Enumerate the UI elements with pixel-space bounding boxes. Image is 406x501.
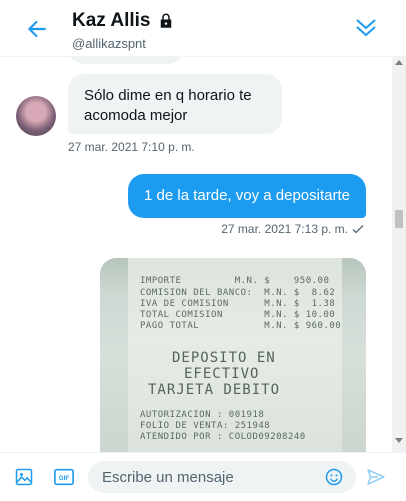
send-icon[interactable] <box>366 467 386 487</box>
avatar[interactable] <box>16 96 56 136</box>
scrollbar[interactable] <box>392 56 406 452</box>
lock-icon <box>160 13 171 28</box>
message-text: Sólo dime en q horario te acomoda mejor <box>84 87 252 124</box>
receipt-line: IMPORTE M.N. $ 950.00 <box>140 276 330 286</box>
receipt-heading: EFECTIVO <box>184 366 260 382</box>
message-input-placeholder: Escribe un mensaje <box>102 469 234 486</box>
receipt-footer-line: ATENDIDO POR : COLOD09208240 <box>140 432 306 442</box>
image-icon[interactable] <box>14 467 34 487</box>
message-timestamp: 27 mar. 2021 7:13 p. m. <box>221 222 348 236</box>
outgoing-message-bubble[interactable]: 1 de la tarde, voy a depositarte <box>128 174 366 218</box>
receipt-heading: TARJETA DEBITO <box>148 382 281 398</box>
message-input[interactable]: Escribe un mensaje <box>88 461 356 493</box>
receipt-photo[interactable]: IMPORTE M.N. $ 950.00 COMISION DEL BANCO… <box>100 258 366 452</box>
receipt-heading: DEPOSITO EN <box>172 350 276 366</box>
message-timestamp: 27 mar. 2021 7:10 p. m. <box>68 140 195 154</box>
scroll-up-arrow-icon[interactable] <box>395 60 403 65</box>
message-composer: GIF Escribe un mensaje <box>0 452 406 501</box>
emoji-icon[interactable] <box>324 467 344 487</box>
gif-icon[interactable]: GIF <box>54 468 74 486</box>
incoming-message-bubble[interactable]: Sólo dime en q horario te acomoda mejor <box>68 74 282 134</box>
previous-message-bubble <box>68 56 184 64</box>
receipt-line: PAGO TOTAL M.N. $ 960.00 <box>140 321 342 331</box>
receipt-footer-line: FOLIO DE VENTA: 251948 <box>140 421 271 431</box>
back-arrow-icon[interactable] <box>24 16 50 42</box>
receipt-line: COMISION DEL BANCO: M.N. $ 8.62 <box>140 288 336 298</box>
receipt-footer-line: AUTORIZACION : 001918 <box>140 410 265 420</box>
scroll-down-arrow-icon[interactable] <box>395 438 403 443</box>
message-timestamp-sent: 27 mar. 2021 7:13 p. m. <box>221 222 364 236</box>
contact-handle: @allikazspnt <box>72 36 146 51</box>
collapse-chevron-icon[interactable] <box>354 16 378 38</box>
message-list[interactable]: Sólo dime en q horario te acomoda mejor … <box>0 56 406 452</box>
message-text: 1 de la tarde, voy a depositarte <box>144 187 350 204</box>
receipt-line: IVA DE COMISION M.N. $ 1.38 <box>140 299 336 309</box>
sent-check-icon <box>352 225 364 234</box>
scrollbar-thumb[interactable] <box>395 210 403 228</box>
gif-label: GIF <box>59 475 70 482</box>
conversation-title[interactable]: Kaz Allis <box>72 10 175 32</box>
conversation-header: Kaz Allis @allikazspnt <box>0 0 406 57</box>
receipt-line: TOTAL COMISION M.N. $ 10.00 <box>140 310 336 320</box>
contact-name: Kaz Allis <box>72 10 151 31</box>
